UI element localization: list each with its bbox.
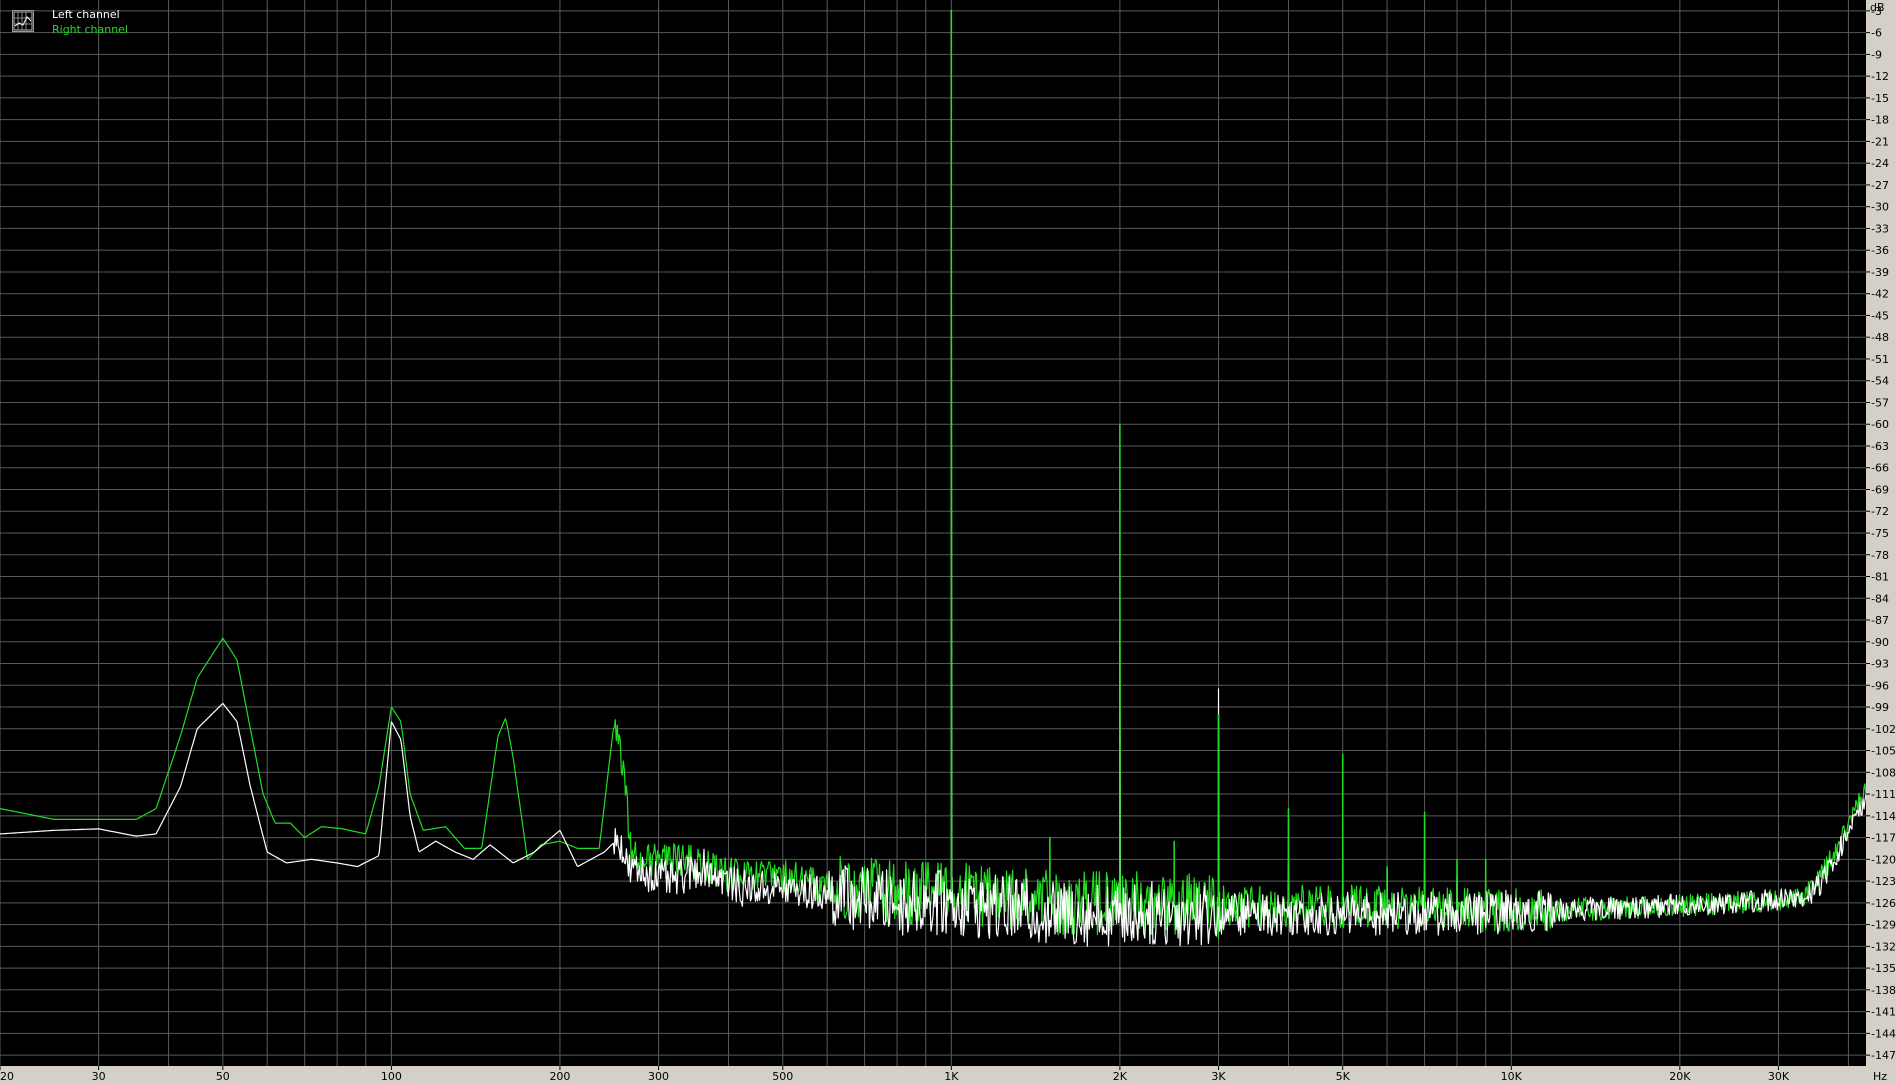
x-axis: 20 30 50 100 200 300 500 1K 2K 3K 5K 10K 20K 30K Hz [0, 1066, 1896, 1084]
x-tick-label: 100 [381, 1070, 402, 1083]
x-tick-label: 50 [216, 1070, 230, 1083]
y-tick-label: -27 [1871, 179, 1889, 192]
x-tick-label: 20K [1669, 1070, 1691, 1083]
x-tick-label: 1K [944, 1070, 959, 1083]
x-tick-label: 200 [549, 1070, 570, 1083]
y-tick-label: -132 [1871, 940, 1896, 953]
x-tick-label: 3K [1211, 1070, 1226, 1083]
y-tick-label: -90 [1871, 636, 1889, 649]
y-tick-label: -12 [1871, 70, 1889, 83]
y-tick-label: -51 [1871, 353, 1889, 366]
x-tick-label: 10K [1501, 1070, 1523, 1083]
x-tick-label: 20 [0, 1070, 14, 1083]
y-tick-label: -66 [1871, 462, 1889, 475]
y-tick-label: -72 [1871, 505, 1889, 518]
legend-left-channel: Left channel [52, 8, 120, 21]
y-tick-label: -36 [1871, 244, 1889, 257]
y-tick-label: -108 [1871, 766, 1896, 779]
y-tick-label: -81 [1871, 571, 1889, 584]
y-tick-label: -42 [1871, 288, 1889, 301]
y-tick-label: -21 [1871, 135, 1889, 148]
x-tick-label: 30 [92, 1070, 106, 1083]
x-tick-label: 30K [1768, 1070, 1790, 1083]
y-tick-label: -144 [1871, 1027, 1896, 1040]
y-tick-label: -57 [1871, 396, 1889, 409]
y-tick-label: -30 [1871, 201, 1889, 214]
y-tick-label: -15 [1871, 92, 1889, 105]
y-tick-label: -75 [1871, 527, 1889, 540]
x-tick-label: 500 [772, 1070, 793, 1083]
y-tick-label: -120 [1871, 853, 1896, 866]
y-tick-label: -96 [1871, 679, 1889, 692]
x-tick-label: 2K [1113, 1070, 1128, 1083]
y-tick-label: -126 [1871, 897, 1896, 910]
y-tick-label: -24 [1871, 157, 1889, 170]
y-tick-label: -99 [1871, 701, 1889, 714]
spectrum-window: dB -3 -6 -9 -12 -15 -18 -21 -24 -27 -30 -33 -36 -39 -4… [0, 0, 1896, 1084]
y-tick-label: -105 [1871, 745, 1896, 758]
y-tick-label: -102 [1871, 723, 1896, 736]
y-axis: dB-3-6-9-12-15-18-21-24-27-30-33-36-39-4… [1866, 0, 1896, 1084]
y-tick-label: -6 [1871, 27, 1882, 40]
y-tick-label: -135 [1871, 962, 1896, 975]
y-tick-label: -117 [1871, 832, 1896, 845]
y-tick-label: -63 [1871, 440, 1889, 453]
y-tick-label: -48 [1871, 331, 1889, 344]
y-tick-label: -111 [1871, 788, 1896, 801]
y-tick-label: -78 [1871, 549, 1889, 562]
x-tick-label: 300 [648, 1070, 669, 1083]
y-tick-label: -45 [1871, 309, 1889, 322]
y-tick-label: -147 [1871, 1049, 1896, 1062]
legend: Left channel Right channel [12, 7, 162, 41]
y-tick-label: -60 [1871, 418, 1889, 431]
y-tick-label: -3 [1871, 5, 1882, 18]
y-tick-label: -123 [1871, 875, 1896, 888]
spectrum-chart: dB-3-6-9-12-15-18-21-24-27-30-33-36-39-4… [0, 0, 1896, 1084]
legend-entries: Left channel Right channel [52, 7, 128, 37]
y-tick-label: -141 [1871, 1006, 1896, 1019]
y-tick-label: -87 [1871, 614, 1889, 627]
y-tick-label: -114 [1871, 810, 1896, 823]
y-tick-label: -69 [1871, 483, 1889, 496]
y-tick-label: -138 [1871, 984, 1896, 997]
x-axis-unit: Hz [1873, 1070, 1887, 1083]
y-tick-label: -129 [1871, 919, 1896, 932]
y-tick-label: -39 [1871, 266, 1889, 279]
chart-grid-icon[interactable] [12, 10, 34, 32]
y-tick-label: -33 [1871, 222, 1889, 235]
y-tick-label: -9 [1871, 48, 1882, 61]
y-tick-label: -84 [1871, 592, 1889, 605]
y-tick-label: -54 [1871, 375, 1889, 388]
x-tick-label: 5K [1336, 1070, 1351, 1083]
legend-right-channel: Right channel [52, 23, 128, 36]
y-tick-label: -18 [1871, 114, 1889, 127]
y-tick-label: -93 [1871, 658, 1889, 671]
